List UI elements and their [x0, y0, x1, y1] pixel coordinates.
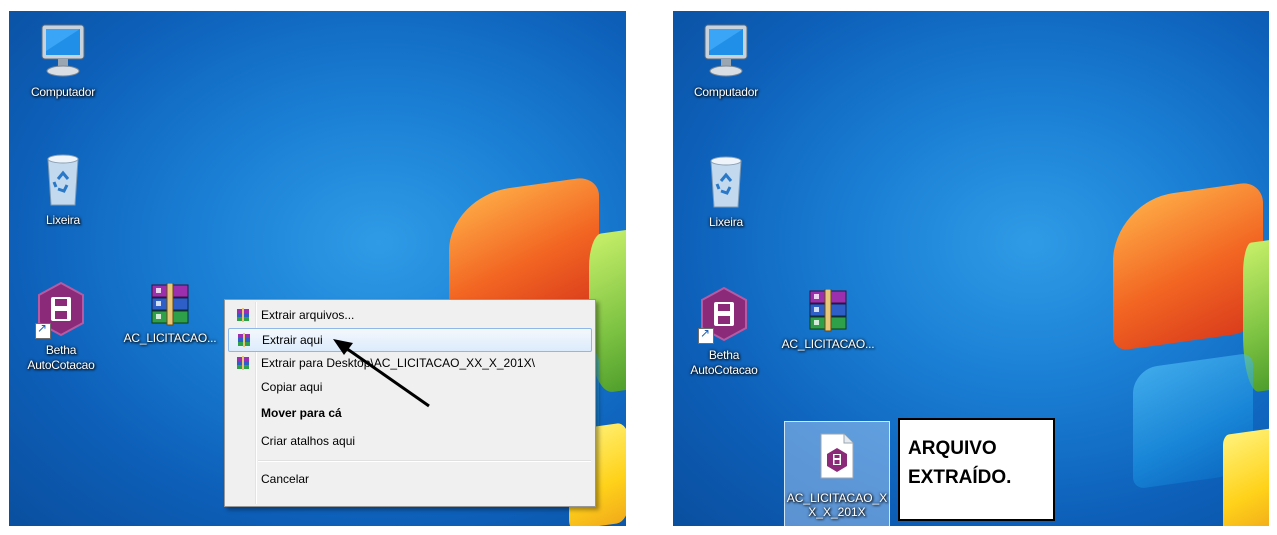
menu-item-extrair-arquivos[interactable]: Extrair arquivos...	[228, 304, 592, 326]
winrar-icon	[238, 333, 250, 347]
desktop-icon-lixeira[interactable]: Lixeira	[15, 151, 111, 228]
desktop-icon-label: AC_LICITACAO...	[123, 331, 217, 345]
desktop-icon-computador[interactable]: Computador	[15, 21, 111, 100]
computer-icon	[704, 24, 748, 77]
callout-arquivo-extraido: ARQUIVO EXTRAÍDO.	[898, 418, 1055, 521]
desktop-icon-ac-licitacao-archive[interactable]: AC_LICITACAO...	[780, 289, 876, 352]
windows-logo-wallpaper	[1093, 180, 1269, 526]
extracted-file-icon-selected[interactable]: AC_LICITACAO_X X_X_201X	[784, 421, 890, 526]
desktop-icon-label-line1: Betha	[45, 343, 77, 357]
desktop-icon-label-line2: AutoCotacao	[690, 363, 758, 377]
callout-line2: EXTRAÍDO.	[908, 467, 1012, 488]
callout-text: ARQUIVO EXTRAÍDO.	[908, 434, 1048, 492]
menu-item-label: Copiar aqui	[261, 380, 323, 394]
desktop-icon-label: Lixeira	[709, 215, 743, 229]
winrar-archive-icon	[151, 283, 189, 326]
recycle-bin-icon	[710, 156, 742, 208]
desktop-icon-label: AC_LICITACAO...	[781, 337, 875, 351]
desktop-icon-betha-autocotacao[interactable]: Betha AutoCotacao	[13, 281, 109, 373]
desktop-icon-lixeira[interactable]: Lixeira	[678, 153, 774, 230]
desktop-icon-ac-licitacao-archive[interactable]: AC_LICITACAO...	[122, 283, 218, 346]
desktop-icon-label-line1: Betha	[708, 348, 740, 362]
winrar-icon	[237, 308, 249, 322]
menu-item-criar-atalhos-aqui[interactable]: Criar atalhos aqui	[228, 430, 592, 452]
callout-line1: ARQUIVO	[908, 438, 997, 459]
recycle-bin-icon	[47, 154, 79, 206]
shortcut-arrow-icon	[35, 321, 51, 339]
menu-item-label: Cancelar	[261, 472, 310, 486]
desktop-icon-label: Computador	[693, 85, 759, 99]
desktop-icon-label: Computador	[30, 85, 96, 99]
desktop-icon-label: Lixeira	[46, 213, 80, 227]
shortcut-arrow-icon	[698, 326, 714, 344]
extracted-file-label-line2: X_X_201X	[808, 505, 866, 519]
winrar-archive-icon	[809, 289, 847, 332]
menu-item-label: Criar atalhos aqui	[261, 434, 356, 448]
desktop-icon-label-line2: AutoCotacao	[27, 358, 95, 372]
desktop-after-extract: Computador Lixeira Betha AutoCotacao	[673, 11, 1269, 526]
betha-file-icon	[820, 433, 854, 479]
desktop-before-extract: Computador Lixeira Betha AutoCotacao	[9, 11, 626, 526]
menu-item-label: Extrair arquivos...	[261, 308, 355, 322]
desktop-icon-betha-autocotacao[interactable]: Betha AutoCotacao	[676, 286, 772, 378]
winrar-icon	[237, 356, 249, 370]
menu-item-cancelar[interactable]: Cancelar	[228, 468, 592, 490]
extracted-file-label: AC_LICITACAO_X X_X_201X	[785, 491, 889, 519]
menu-separator	[258, 460, 591, 462]
annotation-arrow	[333, 339, 430, 408]
extracted-file-label-line1: AC_LICITACAO_X	[786, 491, 888, 505]
computer-icon	[41, 24, 85, 77]
menu-item-label: Extrair aqui	[262, 333, 323, 347]
desktop-icon-computador[interactable]: Computador	[678, 21, 774, 100]
